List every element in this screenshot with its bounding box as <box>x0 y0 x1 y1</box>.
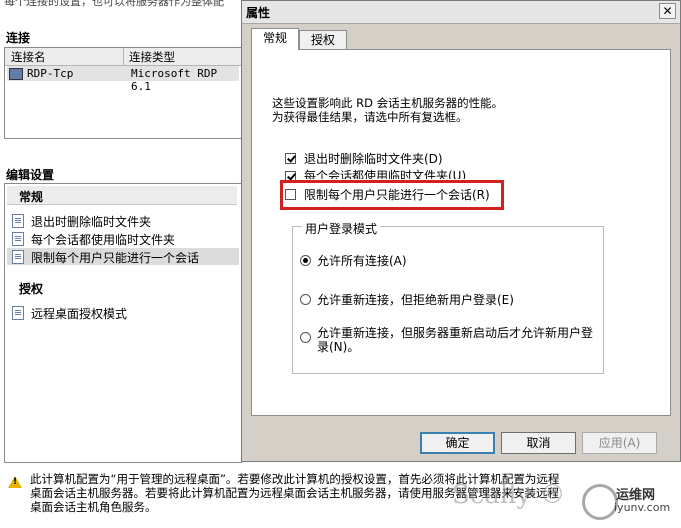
edit-settings-list: 常规 退出时删除临时文件夹 每个会话都使用临时文件夹 限制每个用户只能进行一个会… <box>4 183 242 463</box>
checkbox-delete-temp-folders[interactable] <box>285 153 296 164</box>
column-header-name[interactable]: 连接名 <box>11 49 46 65</box>
list-item-selected[interactable]: 限制每个用户只能进行一个会话 <box>7 248 239 265</box>
dialog-title: 属性 <box>246 6 271 20</box>
dialog-titlebar[interactable]: 属性 ✕ <box>242 1 680 24</box>
connection-name: RDP-Tcp <box>27 67 74 80</box>
document-icon <box>12 250 24 264</box>
connection-type: Microsoft RDP 6.1 <box>131 67 218 93</box>
document-icon <box>12 306 24 320</box>
radio-reconnect-until-restart[interactable] <box>300 332 311 343</box>
document-icon <box>12 232 24 246</box>
radio-label: 允许所有连接(A) <box>317 254 407 268</box>
edit-settings-title: 编辑设置 <box>6 168 55 182</box>
login-mode-legend: 用户登录模式 <box>302 220 381 237</box>
general-tab-panel: 这些设置影响此 RD 会话主机服务器的性能。 为获得最佳结果，请选中所有复选框。… <box>251 49 671 416</box>
list-item[interactable]: 远程桌面授权模式 <box>7 304 239 321</box>
watermark-text: Scally © <box>452 480 566 510</box>
connections-title: 连接 <box>6 31 31 45</box>
dialog-description: 这些设置影响此 RD 会话主机服务器的性能。 为获得最佳结果，请选中所有复选框。 <box>272 96 504 124</box>
radio-reconnect-deny-new[interactable] <box>300 294 311 305</box>
apply-button[interactable]: 应用(A) <box>582 432 657 454</box>
connection-icon <box>9 68 23 80</box>
list-item[interactable]: 退出时删除临时文件夹 <box>7 212 239 229</box>
radio-label-cont: 录(N)。 <box>317 340 360 354</box>
connections-list[interactable]: 连接名 连接类型 RDP-Tcp Microsoft RDP 6.1 <box>4 47 242 139</box>
checkbox-label: 限制每个用户只能进行一个会话(R) <box>304 188 490 202</box>
table-row[interactable]: RDP-Tcp Microsoft RDP 6.1 <box>7 66 239 93</box>
checkbox-label: 每个会话都使用临时文件夹(U) <box>304 169 467 179</box>
column-header-type[interactable]: 连接类型 <box>129 49 175 65</box>
properties-dialog: 属性 ✕ 常规 授权 这些设置影响此 RD 会话主机服务器的性能。 为获得最佳结… <box>241 0 681 462</box>
ok-button[interactable]: 确定 <box>420 432 495 454</box>
checkbox-single-session[interactable] <box>285 189 296 200</box>
group-general: 常规 <box>7 186 237 205</box>
radio-label: 允许重新连接，但拒绝新用户登录(E) <box>317 293 514 307</box>
tab-licensing[interactable]: 授权 <box>299 30 347 50</box>
watermark-logo-icon <box>582 484 618 520</box>
radio-allow-all[interactable] <box>300 255 311 266</box>
checkbox-label: 退出时删除临时文件夹(D) <box>304 152 443 166</box>
close-button[interactable]: ✕ <box>659 3 676 19</box>
group-licensing: 授权 <box>7 278 237 296</box>
connections-header: 连接名 连接类型 <box>5 48 241 66</box>
cancel-button[interactable]: 取消 <box>501 432 576 454</box>
document-icon <box>12 214 24 228</box>
list-item[interactable]: 每个会话都使用临时文件夹 <box>7 230 239 247</box>
tab-general[interactable]: 常规 <box>251 28 299 50</box>
watermark-url: iyunv.com <box>614 501 671 514</box>
header-description: 每个连接的设置，也可以将服务器作为整体配 <box>4 0 224 8</box>
